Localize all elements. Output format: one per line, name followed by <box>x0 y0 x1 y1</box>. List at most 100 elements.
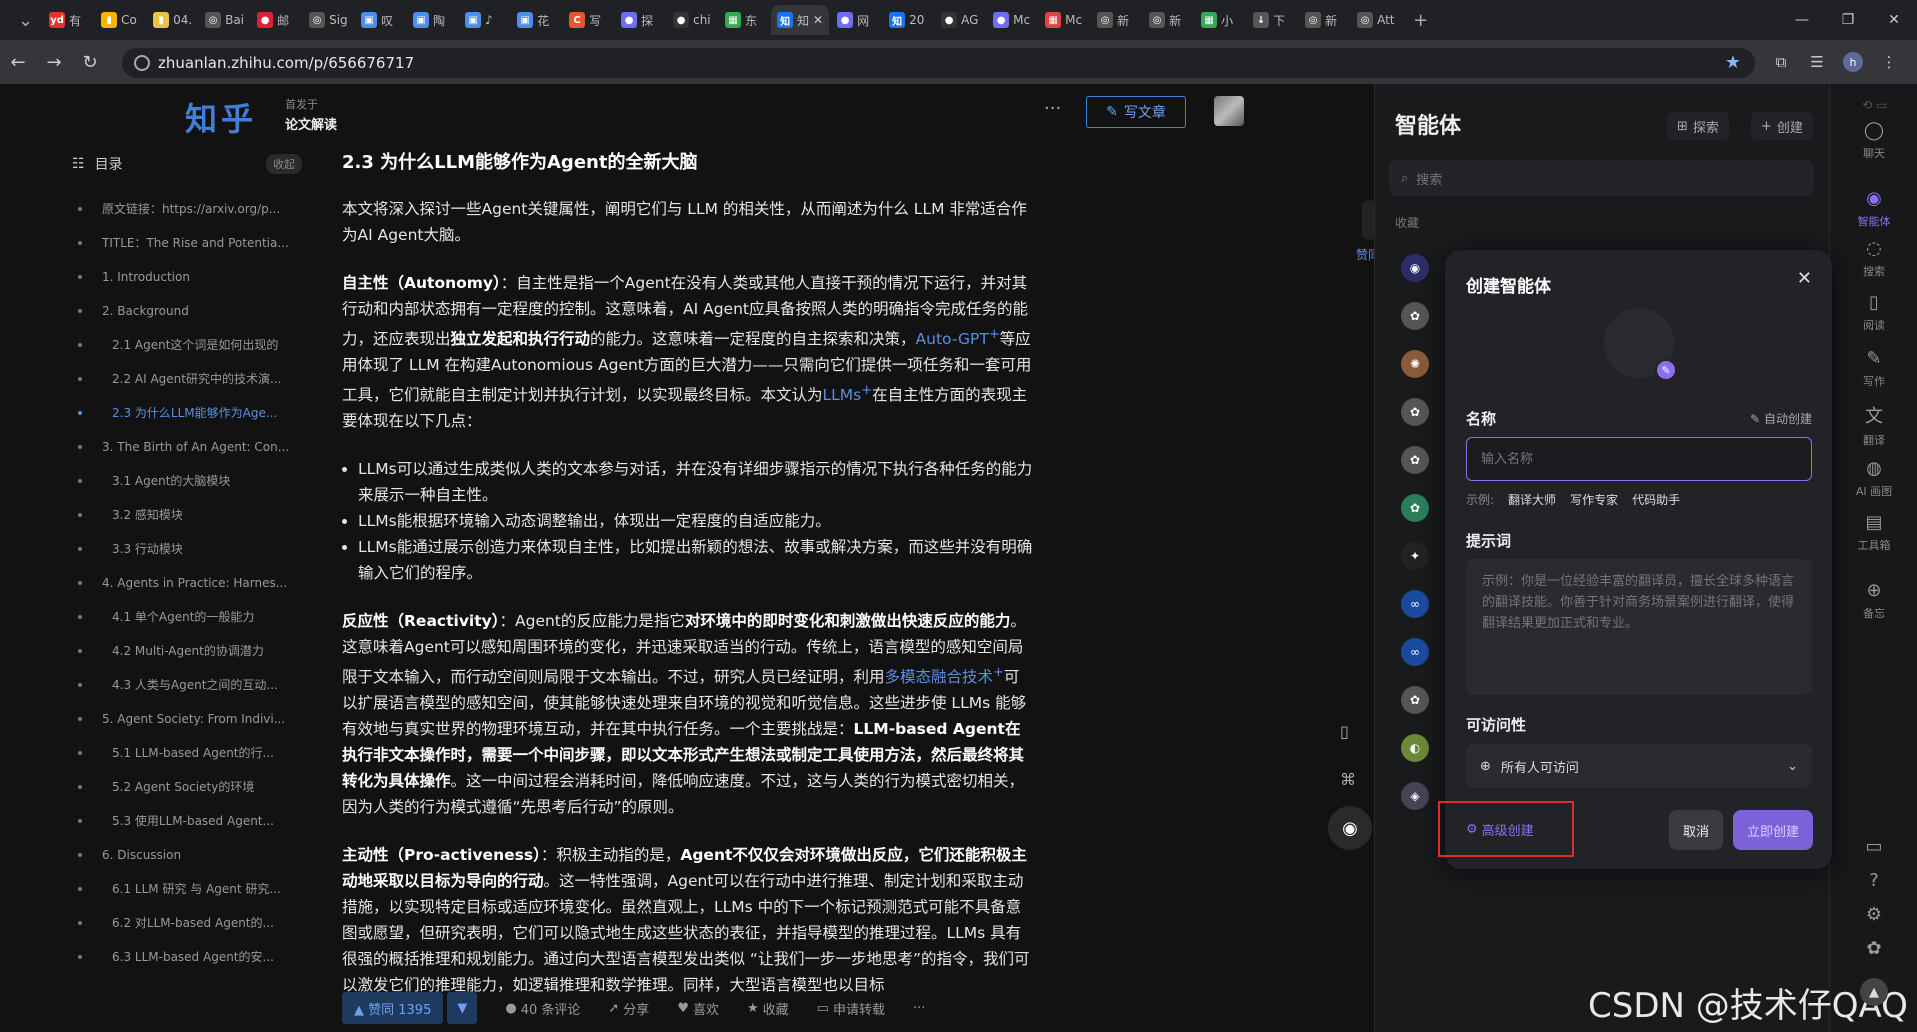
toc-item[interactable]: 2. Background <box>72 294 302 328</box>
browser-tab[interactable]: ◎ 新 <box>1091 5 1141 35</box>
browser-tab[interactable]: yd 有 <box>43 5 93 35</box>
browser-tab[interactable]: ▣ 叹 <box>355 5 405 35</box>
create-button[interactable]: + 创建 <box>1751 112 1813 140</box>
rail-item[interactable]: ▤ 工具箱 <box>1830 512 1917 553</box>
agent-avatar-item[interactable]: ◐ <box>1401 734 1429 762</box>
multimodal-link[interactable]: 多模态融合技术 <box>885 668 994 686</box>
rail-bottom-icon[interactable]: ⚙ <box>1830 904 1917 929</box>
column-link[interactable]: 论文解读 <box>285 114 337 133</box>
toc-item[interactable]: 4.1 单个Agent的一般能力 <box>72 600 302 634</box>
tab-close-icon[interactable]: ✕ <box>813 13 823 27</box>
apps-icon[interactable]: ⌘ <box>1340 770 1356 789</box>
toc-item[interactable]: 4. Agents in Practice: Harnes... <box>72 566 302 600</box>
site-info-icon[interactable] <box>134 55 150 71</box>
name-input[interactable] <box>1466 437 1812 481</box>
auto-create-button[interactable]: ✎ 自动创建 <box>1750 410 1812 427</box>
extensions-icon[interactable]: ⧉ <box>1763 53 1799 71</box>
rail-item[interactable]: ◉ 智能体 <box>1830 188 1917 229</box>
toc-collapse-button[interactable]: 收起 <box>266 154 302 174</box>
toc-item[interactable]: 1. Introduction <box>72 260 302 294</box>
agent-avatar-item[interactable]: ✿ <box>1401 494 1429 522</box>
toc-item[interactable]: 4.2 Multi-Agent的协调潜力 <box>72 634 302 668</box>
browser-tab[interactable]: ▮ Co <box>95 5 145 35</box>
toc-item[interactable]: 3.3 行动模块 <box>72 532 302 566</box>
toc-item[interactable]: 6.2 对LLM-based Agent的... <box>72 906 302 940</box>
rail-item[interactable]: ✎ 写作 <box>1830 348 1917 389</box>
new-tab-button[interactable]: + <box>1413 10 1428 31</box>
example-chip[interactable]: 写作专家 <box>1570 491 1618 508</box>
example-chip[interactable]: 代码助手 <box>1632 491 1680 508</box>
tab-search-icon[interactable]: ⌄ <box>18 10 33 31</box>
upvote-button[interactable]: ▲ 赞同 1395 <box>342 992 444 1024</box>
toc-item[interactable]: 5. Agent Society: From Indivi... <box>72 702 302 736</box>
repost-button[interactable]: ▭ 申请转载 <box>817 999 885 1018</box>
toc-item[interactable]: 3.1 Agent的大脑模块 <box>72 464 302 498</box>
close-window-icon[interactable]: ✕ <box>1871 12 1917 28</box>
agent-avatar-item[interactable]: ∞ <box>1401 590 1429 618</box>
toc-item[interactable]: 2.1 Agent这个词是如何出现的 <box>72 328 302 362</box>
browser-tab[interactable]: ● 邮 <box>251 5 301 35</box>
toc-item[interactable]: 原文链接：https://arxiv.org/p... <box>72 192 302 226</box>
bookmark-star-icon[interactable]: ★ <box>1725 52 1741 73</box>
browser-tab[interactable]: ● chi <box>667 5 717 35</box>
book-icon[interactable]: ▯ <box>1340 722 1349 741</box>
rail-item[interactable]: ◯ 聊天 <box>1830 120 1917 161</box>
toc-item[interactable]: 5.3 使用LLM-based Agent... <box>72 804 302 838</box>
collect-button[interactable]: ★ 收藏 <box>747 999 789 1018</box>
browser-tab[interactable]: C写 <box>563 5 613 35</box>
browser-tab[interactable]: ▦ Mc <box>1039 5 1089 35</box>
downvote-button[interactable]: ▼ <box>447 992 478 1024</box>
browser-tab[interactable]: ● 网 <box>831 5 881 35</box>
browser-tab[interactable]: 知知 ✕ <box>771 5 830 35</box>
scroll-top-icon[interactable]: ▲ <box>1860 978 1888 1006</box>
toc-item[interactable]: 4.3 人类与Agent之间的互动... <box>72 668 302 702</box>
close-icon[interactable]: ✕ <box>1797 268 1812 289</box>
toc-item[interactable]: 6. Discussion <box>72 838 302 872</box>
rail-item[interactable]: ⊕ 备忘 <box>1830 580 1917 621</box>
toc-item[interactable]: 6.1 LLM 研究 与 Agent 研究... <box>72 872 302 906</box>
toc-item[interactable]: 3.2 感知模块 <box>72 498 302 532</box>
browser-tab[interactable]: ◎ 新 <box>1299 5 1349 35</box>
explore-button[interactable]: ⊞ 探索 <box>1667 112 1729 140</box>
toc-item[interactable]: 3. The Birth of An Agent: Con... <box>72 430 302 464</box>
visibility-select[interactable]: ⊕ 所有人可访问 ⌄ <box>1466 744 1812 788</box>
browser-tab[interactable]: ◎ 新 <box>1143 5 1193 35</box>
more-actions-button[interactable]: ··· <box>913 1001 925 1016</box>
browser-tab[interactable]: ● AG <box>935 5 985 35</box>
browser-tab[interactable]: ▦ 小 <box>1195 5 1245 35</box>
write-article-button[interactable]: ✎ 写文章 <box>1086 96 1186 128</box>
toc-item[interactable]: TITLE：The Rise and Potentia... <box>72 226 302 260</box>
advanced-create-button[interactable]: ⚙ 高级创建 <box>1438 801 1574 857</box>
agent-avatar-item[interactable]: ✿ <box>1401 686 1429 714</box>
browser-tab[interactable]: ▮ 04. <box>147 5 197 35</box>
toc-item[interactable]: 5.2 Agent Society的环境 <box>72 770 302 804</box>
browser-tab[interactable]: 知 20 <box>883 5 933 35</box>
toc-item[interactable]: 6.3 LLM-based Agent的安... <box>72 940 302 974</box>
agent-avatar-item[interactable]: ✿ <box>1401 302 1429 330</box>
rail-item[interactable]: 文翻译 <box>1830 402 1917 448</box>
reload-icon[interactable]: ↻ <box>72 52 108 73</box>
more-icon[interactable]: ··· <box>1044 98 1061 119</box>
rail-bottom-icon[interactable]: ✿ <box>1830 938 1917 963</box>
pencil-icon[interactable]: ✎ <box>1655 359 1677 381</box>
agent-avatar-item[interactable]: ✦ <box>1401 542 1429 570</box>
menu-icon[interactable]: ⋮ <box>1871 53 1907 71</box>
browser-tab[interactable]: ▦ 东 <box>719 5 769 35</box>
agent-avatar-item[interactable]: ◉ <box>1401 254 1429 282</box>
toc-item[interactable]: 5.1 LLM-based Agent的行... <box>72 736 302 770</box>
rail-bottom-icon[interactable]: ? <box>1830 870 1917 895</box>
auto-gpt-link[interactable]: Auto-GPT <box>916 330 989 348</box>
comments-button[interactable]: ● 40 条评论 <box>505 999 580 1018</box>
zhihu-logo[interactable]: 知乎 <box>185 94 257 140</box>
back-icon[interactable]: ← <box>0 52 36 73</box>
browser-tab[interactable]: ● Mc <box>987 5 1037 35</box>
reading-list-icon[interactable]: ☰ <box>1799 53 1835 71</box>
cancel-button[interactable]: 取消 <box>1669 810 1723 850</box>
browser-tab[interactable]: ▣ ♪ <box>459 5 509 35</box>
browser-tab[interactable]: ● 探 <box>615 5 665 35</box>
rail-item[interactable]: ◌ 搜索 <box>1830 238 1917 279</box>
submit-create-button[interactable]: 立即创建 <box>1733 810 1813 850</box>
rail-item[interactable]: ◍ AI 画图 <box>1830 458 1917 499</box>
agent-avatar-item[interactable]: ✺ <box>1401 350 1429 378</box>
toc-item[interactable]: 2.3 为什么LLM能够作为Age... <box>72 396 302 430</box>
